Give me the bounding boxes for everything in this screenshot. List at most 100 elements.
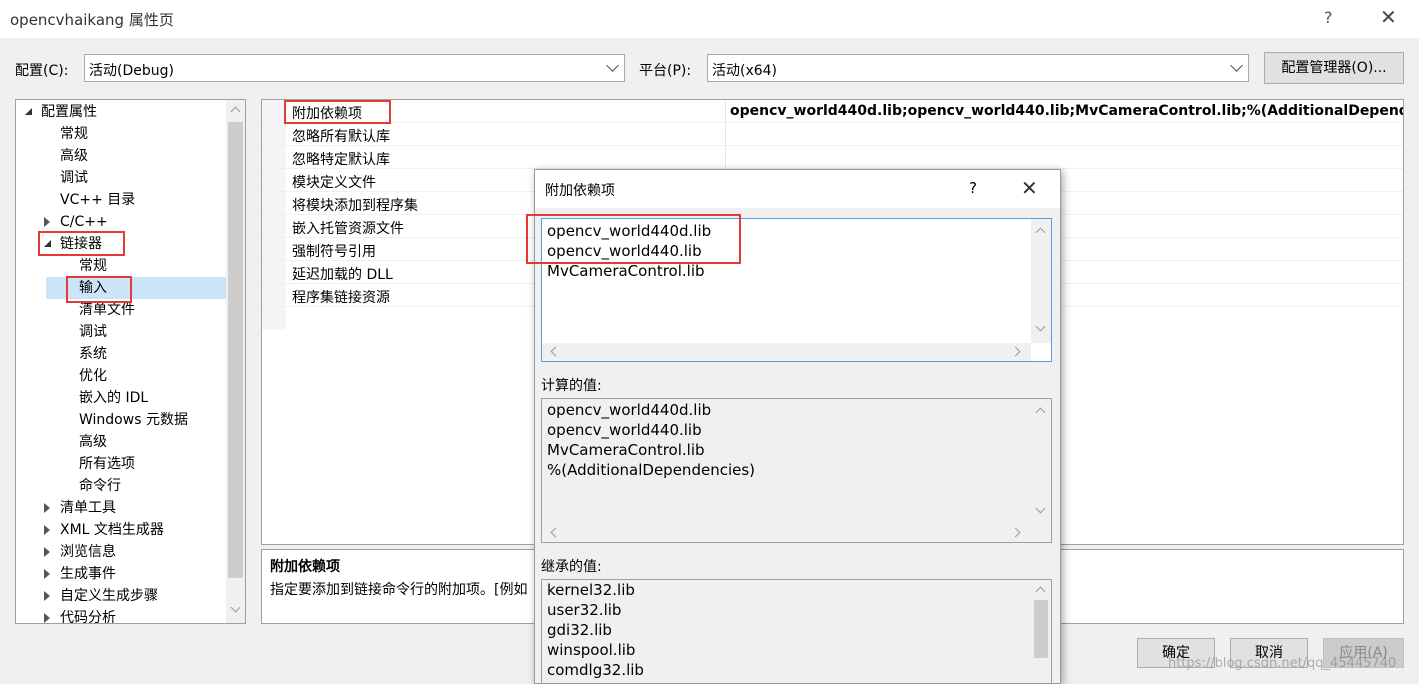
window-title: opencvhaikang 属性页 <box>10 11 174 29</box>
config-select[interactable]: 活动(Debug) <box>84 54 625 82</box>
tree-item[interactable]: 生成事件 <box>16 563 226 585</box>
property-name: 将模块添加到程序集 <box>292 198 418 214</box>
computed-hscrollbar[interactable] <box>542 524 1031 542</box>
tree-item[interactable]: 调试 <box>16 321 226 343</box>
tree-item[interactable]: 自定义生成步骤 <box>16 585 226 607</box>
tree-item[interactable]: VC++ 目录 <box>16 189 226 211</box>
tree-scrollbar-thumb[interactable] <box>228 122 243 578</box>
config-label: 配置(C): <box>15 63 69 79</box>
scroll-right-icon[interactable] <box>1010 527 1021 538</box>
tree-item[interactable]: 浏览信息 <box>16 541 226 563</box>
scroll-down-icon[interactable] <box>1035 503 1046 514</box>
property-name: 忽略所有默认库 <box>292 129 390 145</box>
computed-line: opencv_world440d.lib <box>547 401 712 419</box>
computed-values-box: opencv_world440d.lib opencv_world440.lib M… <box>541 398 1052 543</box>
property-name: 嵌入托管资源文件 <box>292 221 404 237</box>
inherited-values-box: kernel32.lib user32.lib gdi32.lib winspool.… <box>541 579 1052 683</box>
collapsed-arrow-icon[interactable] <box>44 217 50 227</box>
chevron-down-icon <box>1230 59 1243 72</box>
tree-item-label: 常规 <box>79 258 107 274</box>
tree-item-label: 调试 <box>79 324 107 340</box>
tree-item-label: 代码分析 <box>60 610 116 624</box>
scroll-up-icon[interactable] <box>230 106 241 117</box>
scroll-up-icon[interactable] <box>1035 407 1046 418</box>
tree-item[interactable]: 命令行 <box>16 475 226 497</box>
tree-item[interactable]: 调试 <box>16 167 226 189</box>
collapsed-arrow-icon[interactable] <box>44 569 50 579</box>
tree-item-label: 调试 <box>60 170 88 186</box>
scroll-left-icon[interactable] <box>550 527 561 538</box>
tree-item[interactable]: XML 文档生成器 <box>16 519 226 541</box>
computed-vscrollbar[interactable] <box>1031 399 1051 524</box>
close-icon[interactable]: ✕ <box>1380 5 1397 29</box>
scroll-up-icon[interactable] <box>1035 227 1046 238</box>
collapsed-arrow-icon[interactable] <box>44 503 50 513</box>
property-name: 程序集链接资源 <box>292 290 390 306</box>
highlight-box-edit-lines <box>526 214 741 264</box>
edit-hscrollbar[interactable] <box>542 343 1031 361</box>
tree-item-label: 优化 <box>79 368 107 384</box>
tree-scrollbar[interactable] <box>226 100 245 623</box>
property-row[interactable]: 忽略特定默认库 <box>262 146 1403 169</box>
tree-item-label: 浏览信息 <box>60 544 116 560</box>
tree-item-label: Windows 元数据 <box>79 412 188 428</box>
tree-item[interactable]: C/C++ <box>16 211 226 233</box>
highlight-box-linker <box>38 231 125 256</box>
property-row[interactable]: 忽略所有默认库 <box>262 123 1403 146</box>
dialog-title: 附加依赖项 <box>545 183 615 199</box>
tree-item[interactable]: 所有选项 <box>16 453 226 475</box>
dialog-title-bar: 附加依赖项 ? ✕ <box>535 170 1060 208</box>
tree-item[interactable]: 系统 <box>16 343 226 365</box>
property-name: 延迟加载的 DLL <box>292 267 393 283</box>
platform-select[interactable]: 活动(x64) <box>707 54 1249 82</box>
tree-item-label: VC++ 目录 <box>60 192 136 208</box>
collapsed-arrow-icon[interactable] <box>44 613 50 623</box>
scroll-down-icon[interactable] <box>230 602 241 613</box>
inherited-scrollbar-thumb[interactable] <box>1034 600 1048 658</box>
tree-item[interactable]: 代码分析 <box>16 607 226 624</box>
property-row[interactable]: 附加依赖项 opencv_world440d.lib;opencv_world44… <box>262 100 1403 123</box>
platform-select-value: 活动(x64) <box>712 63 778 79</box>
inherited-line: kernel32.lib <box>547 581 635 599</box>
dialog-help-button[interactable]: ? <box>969 179 977 197</box>
config-manager-button[interactable]: 配置管理器(O)... <box>1264 52 1404 84</box>
collapsed-arrow-icon[interactable] <box>44 591 50 601</box>
scroll-down-icon[interactable] <box>1035 321 1046 332</box>
collapsed-arrow-icon[interactable] <box>44 547 50 557</box>
tree-item[interactable]: 清单工具 <box>16 497 226 519</box>
edit-vscrollbar[interactable] <box>1031 219 1051 343</box>
dependency-line[interactable]: MvCameraControl.lib <box>547 262 705 280</box>
inherited-values-label: 继承的值: <box>541 559 602 575</box>
expanded-arrow-icon[interactable] <box>25 108 32 115</box>
description-text: 指定要添加到链接命令行的附加项。[例如 <box>270 582 528 598</box>
computed-line: MvCameraControl.lib <box>547 441 705 459</box>
inherited-line: user32.lib <box>547 601 622 619</box>
tree-item[interactable]: 高级 <box>16 145 226 167</box>
tree-item[interactable]: 嵌入的 IDL <box>16 387 226 409</box>
property-value[interactable]: opencv_world440d.lib;opencv_world440.lib… <box>730 103 1403 119</box>
tree-item[interactable]: 优化 <box>16 365 226 387</box>
inherited-line: winspool.lib <box>547 641 636 659</box>
scroll-left-icon[interactable] <box>550 346 561 357</box>
tree-item-label: 高级 <box>60 148 88 164</box>
tree-item-label: 生成事件 <box>60 566 116 582</box>
help-button[interactable]: ? <box>1324 8 1333 27</box>
scroll-right-icon[interactable] <box>1010 346 1021 357</box>
dialog-close-icon[interactable]: ✕ <box>1021 176 1038 200</box>
tree-item[interactable]: 常规 <box>16 123 226 145</box>
inherited-vscrollbar[interactable] <box>1031 580 1051 683</box>
tree-item[interactable]: 常规 <box>16 255 226 277</box>
scroll-up-icon[interactable] <box>1035 586 1046 597</box>
tree-item[interactable]: Windows 元数据 <box>16 409 226 431</box>
computed-line: opencv_world440.lib <box>547 421 702 439</box>
tree-item-label: 配置属性 <box>41 104 97 120</box>
inherited-line: comdlg32.lib <box>547 661 644 679</box>
tree-item[interactable]: 高级 <box>16 431 226 453</box>
property-name: 忽略特定默认库 <box>292 152 390 168</box>
collapsed-arrow-icon[interactable] <box>44 525 50 535</box>
tree-item-label: 清单工具 <box>60 500 116 516</box>
tree-item-label: 常规 <box>60 126 88 142</box>
tree-item-label: 高级 <box>79 434 107 450</box>
computed-line: %(AdditionalDependencies) <box>547 461 756 479</box>
tree-item[interactable]: 配置属性 <box>16 101 226 123</box>
